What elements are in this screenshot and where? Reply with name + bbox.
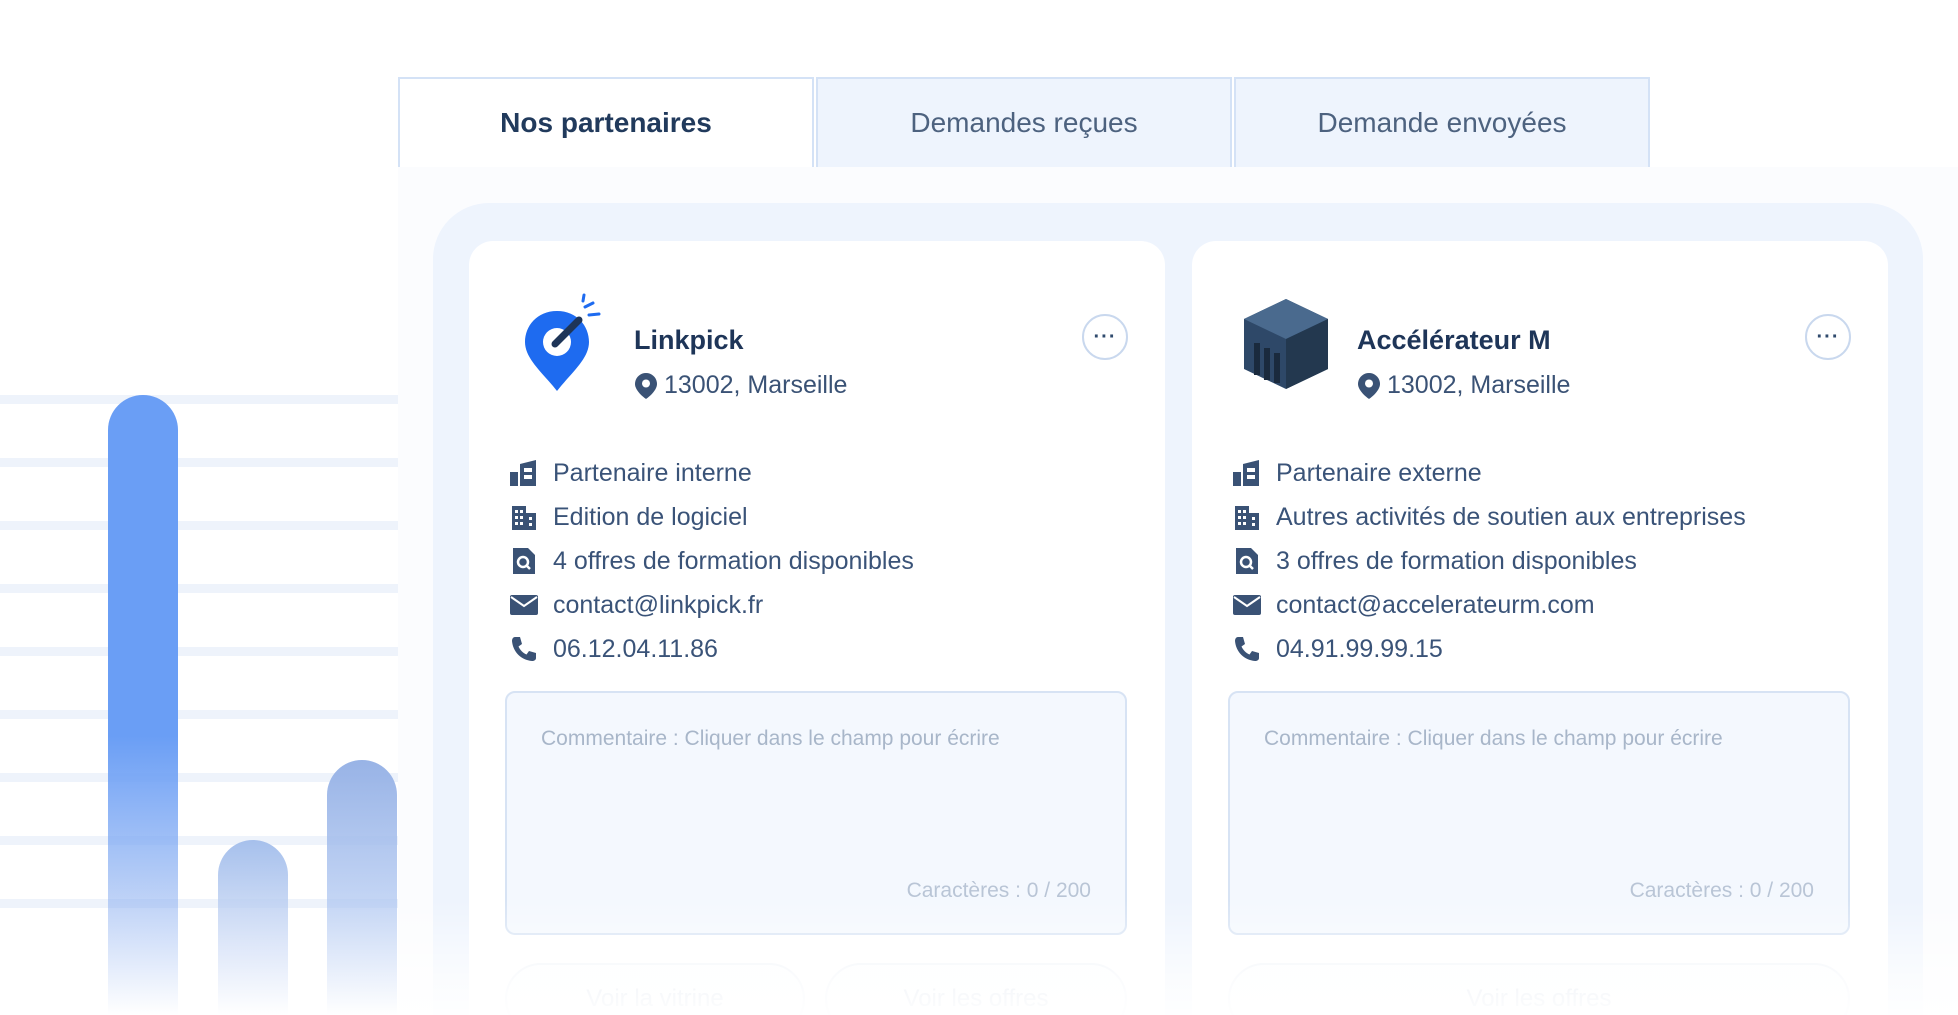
- location-text: 13002, Marseille: [1387, 371, 1571, 399]
- decorative-bar: [327, 760, 397, 1015]
- partner-type-row: Partenaire interne: [507, 451, 914, 495]
- map-pin-icon: [1358, 372, 1380, 399]
- comment-placeholder: Commentaire : Cliquer dans le champ pour…: [541, 727, 1000, 750]
- more-options-button[interactable]: ···: [1805, 314, 1851, 360]
- voir-offres-button[interactable]: Voir les offres: [825, 963, 1127, 1015]
- phone-icon: [507, 632, 541, 666]
- decorative-bar-chart: [0, 0, 400, 1015]
- grid-line: [0, 647, 398, 656]
- tab-demande-envoyees[interactable]: Demande envoyées: [1234, 77, 1650, 167]
- partner-name: Linkpick: [634, 325, 744, 355]
- partner-type-row: Partenaire externe: [1230, 451, 1746, 495]
- partner-name: Accélérateur M: [1357, 325, 1551, 355]
- partner-phone-row: 06.12.04.11.86: [507, 627, 914, 671]
- buildings-icon: [1230, 500, 1264, 534]
- grid-line: [0, 710, 398, 719]
- partner-type-icon: [507, 456, 541, 490]
- character-counter: Caractères : 0 / 200: [906, 879, 1091, 902]
- comment-placeholder: Commentaire : Cliquer dans le champ pour…: [1264, 727, 1723, 750]
- partner-phone-row: 04.91.99.99.15: [1230, 627, 1746, 671]
- envelope-icon: [1230, 588, 1264, 622]
- more-options-button[interactable]: ···: [1082, 314, 1128, 360]
- tab-demandes-recues[interactable]: Demandes reçues: [816, 77, 1232, 167]
- partner-location: 13002, Marseille: [634, 371, 847, 400]
- partner-type-icon: [1230, 456, 1264, 490]
- decorative-bar: [108, 395, 178, 1015]
- grid-line: [0, 395, 398, 404]
- partner-location: 13002, Marseille: [1357, 371, 1570, 400]
- tab-bar: Nos partenaires Demandes reçues Demande …: [398, 77, 1650, 167]
- partner-type: Partenaire externe: [1276, 458, 1482, 487]
- voir-vitrine-button[interactable]: Voir la vitrine: [505, 963, 805, 1015]
- partner-card: Linkpick 13002, Marseille ··· Partenaire…: [469, 241, 1165, 1015]
- comment-field[interactable]: Commentaire : Cliquer dans le champ pour…: [1228, 691, 1850, 935]
- character-counter: Caractères : 0 / 200: [1629, 879, 1814, 902]
- partner-type: Partenaire interne: [553, 458, 752, 487]
- envelope-icon: [507, 588, 541, 622]
- partner-info-list: Partenaire externe Autres activités de s…: [1230, 451, 1746, 671]
- tab-nos-partenaires[interactable]: Nos partenaires: [398, 77, 814, 167]
- grid-line: [0, 458, 398, 467]
- partner-offers: 4 offres de formation disponibles: [553, 546, 914, 575]
- phone-icon: [1230, 632, 1264, 666]
- location-text: 13002, Marseille: [664, 371, 848, 399]
- voir-offres-button[interactable]: Voir les offres: [1228, 963, 1850, 1015]
- partner-activity-row: Autres activités de soutien aux entrepri…: [1230, 495, 1746, 539]
- document-search-icon: [1230, 544, 1264, 578]
- decorative-bar: [218, 840, 288, 1015]
- partner-email[interactable]: contact@accelerateurm.com: [1276, 591, 1595, 620]
- partners-panel: Linkpick 13002, Marseille ··· Partenaire…: [433, 203, 1923, 1015]
- partner-info-list: Partenaire interne Edition de logiciel 4…: [507, 451, 914, 671]
- partner-activity: Autres activités de soutien aux entrepri…: [1276, 502, 1746, 531]
- partner-offers: 3 offres de formation disponibles: [1276, 546, 1637, 575]
- accelerateur-m-logo: [1236, 293, 1336, 393]
- comment-field[interactable]: Commentaire : Cliquer dans le champ pour…: [505, 691, 1127, 935]
- partner-phone[interactable]: 04.91.99.99.15: [1276, 635, 1443, 664]
- partner-email-row: contact@linkpick.fr: [507, 583, 914, 627]
- partner-offers-row: 4 offres de formation disponibles: [507, 539, 914, 583]
- partner-card: Accélérateur M 13002, Marseille ··· Part…: [1192, 241, 1888, 1015]
- document-search-icon: [507, 544, 541, 578]
- partner-phone[interactable]: 06.12.04.11.86: [553, 635, 718, 664]
- partner-offers-row: 3 offres de formation disponibles: [1230, 539, 1746, 583]
- grid-line: [0, 521, 398, 530]
- linkpick-logo: [513, 293, 613, 393]
- map-pin-icon: [635, 372, 657, 399]
- partner-activity-row: Edition de logiciel: [507, 495, 914, 539]
- buildings-icon: [507, 500, 541, 534]
- grid-line: [0, 584, 398, 593]
- partner-email-row: contact@accelerateurm.com: [1230, 583, 1746, 627]
- partner-activity: Edition de logiciel: [553, 502, 748, 531]
- partner-email[interactable]: contact@linkpick.fr: [553, 591, 763, 620]
